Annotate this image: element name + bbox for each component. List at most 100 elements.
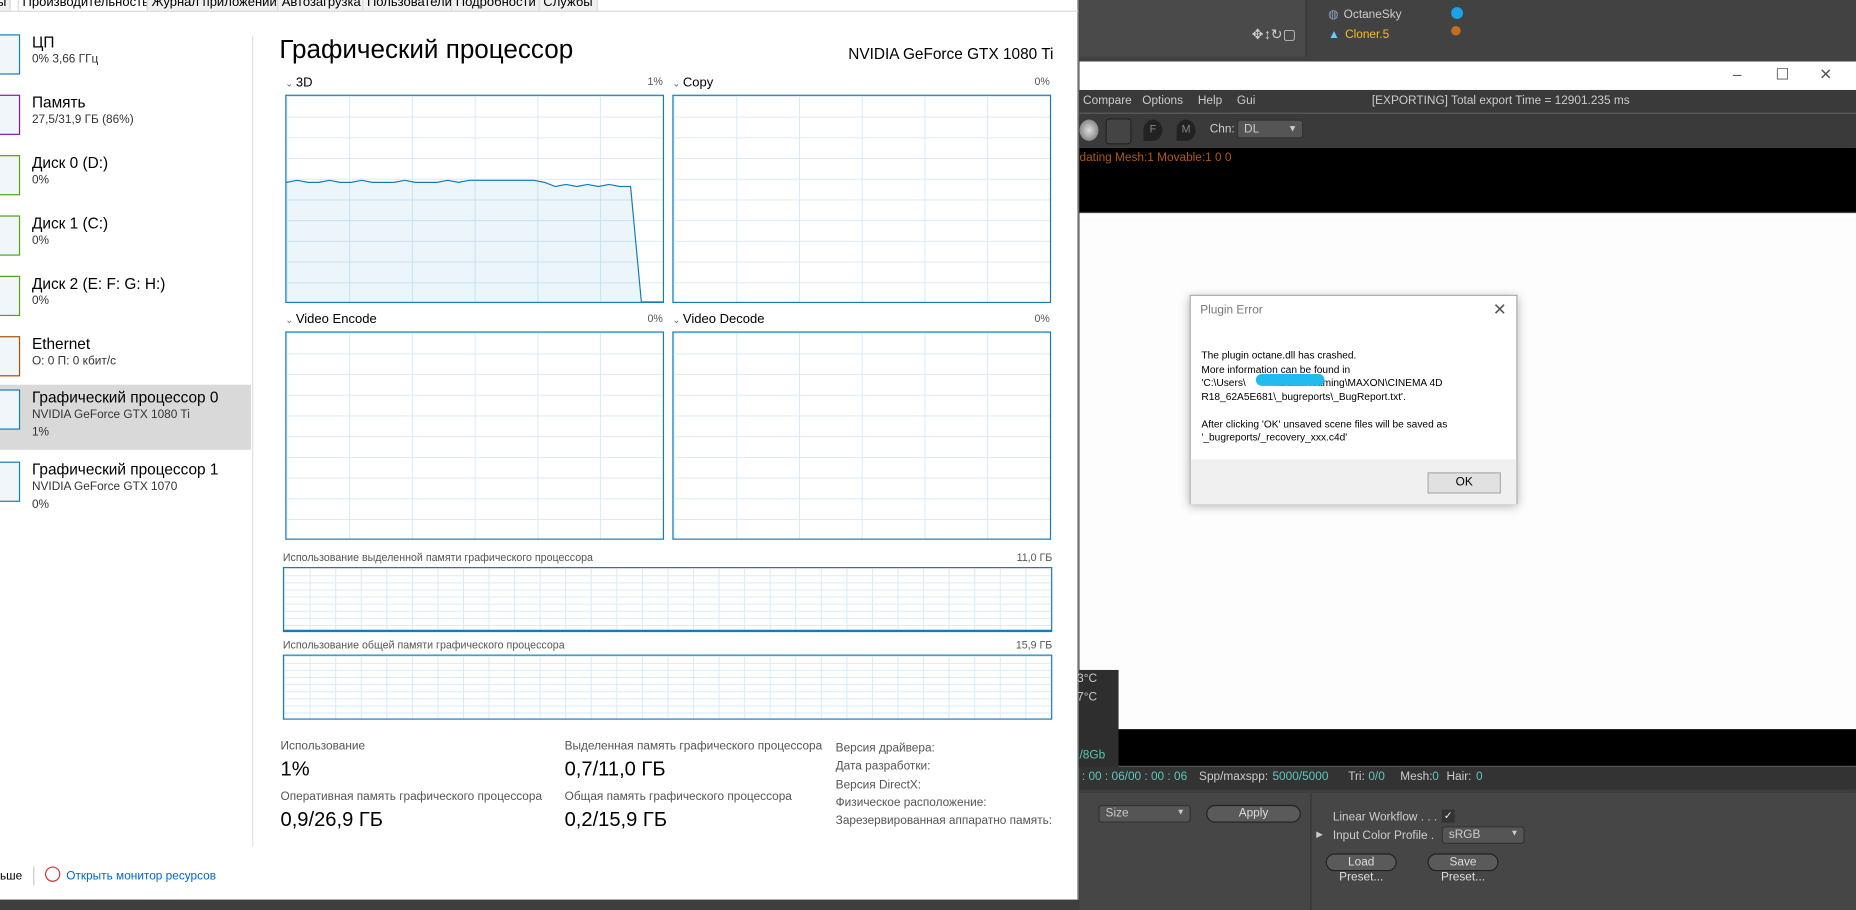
linear-workflow-checkbox[interactable]: ✓: [1441, 809, 1455, 823]
sidebar-item-7[interactable]: Графический процессор 1 NVIDIA GeForce G…: [0, 457, 251, 516]
sidebar-item-3[interactable]: Диск 1 (C:) 0%: [0, 211, 251, 270]
menu-gui[interactable]: Gui: [1237, 95, 1255, 108]
shared-mem-chart: [282, 654, 1053, 720]
usage-value: 1%: [280, 757, 310, 781]
toolbar: F M Chn: DL ▼: [1079, 113, 1856, 148]
dialog-message: The plugin octane.dll has crashed. More …: [1201, 349, 1448, 443]
status-bar: : 00 : 06/00 : 00 : 06 Spp/maxspp: 5000/…: [1079, 765, 1856, 790]
close-icon[interactable]: ✕: [1819, 65, 1832, 84]
tab-5[interactable]: Подробности: [450, 0, 541, 11]
material-ball-icon[interactable]: [1079, 119, 1099, 141]
cloner-tag-icon[interactable]: [1451, 26, 1461, 36]
chevron-down-icon: ▼: [1176, 808, 1185, 817]
tab-bar: сы ПроизводительностьЖурнал приложенийАвт…: [0, 0, 1079, 12]
engine-label[interactable]: ⌄ Copy: [672, 76, 713, 90]
mini-graph: [0, 461, 21, 502]
maximize-icon[interactable]: ☐: [1776, 65, 1790, 84]
shared-mem-label: Использование общей памяти графического …: [282, 639, 565, 652]
minimize-icon[interactable]: –: [1733, 65, 1742, 83]
usage-label: Использование: [280, 739, 366, 753]
save-preset-button[interactable]: Save Preset...: [1427, 853, 1499, 884]
focus-pin-icon[interactable]: F: [1143, 119, 1163, 141]
engine-label[interactable]: ⌄ Video Decode: [672, 312, 764, 326]
sidebar-item-0[interactable]: ЦП 0% 3,66 ГГц: [0, 30, 251, 89]
divider: [252, 35, 254, 847]
engine-percent: 0%: [1034, 312, 1050, 325]
page-title: Графический процессор: [279, 34, 574, 64]
sidebar-item-sub: О: 0 П: 0 кбит/с: [31, 355, 117, 369]
resource-monitor-icon: [44, 866, 61, 882]
sidebar-item-1[interactable]: Память 27,5/31,9 ГБ (86%): [0, 90, 251, 149]
fewer-details-link[interactable]: ьше: [0, 870, 22, 883]
tab-2[interactable]: Журнал приложений: [146, 0, 282, 11]
input-color-profile-select[interactable]: sRGB ▼: [1441, 826, 1525, 844]
material-pin-icon[interactable]: M: [1176, 119, 1196, 141]
mini-graph: [0, 215, 21, 256]
object-octanesky[interactable]: ◍ OctaneSky: [1328, 2, 1402, 23]
log-line: dating Mesh:1 Movable:1 0 0: [1079, 151, 1232, 165]
tab-3[interactable]: Автозагрузка: [276, 0, 366, 11]
dialog-close-icon[interactable]: ✕: [1493, 299, 1507, 319]
plugin-error-dialog: Plugin Error ✕ The plugin octane.dll has…: [1189, 294, 1518, 505]
engine-percent: 0%: [1034, 75, 1050, 88]
redaction-mark: [1255, 374, 1325, 386]
dedicated-value: 0,7/11,0 ГБ: [564, 757, 666, 781]
mini-graph: [0, 94, 21, 135]
size-select[interactable]: Size ▼: [1098, 804, 1191, 823]
tab-4[interactable]: Пользователи: [362, 0, 457, 11]
sidebar-item-title: Диск 2 (E: F: G: H:): [31, 274, 166, 293]
gpu-ram-label: Оперативная память графического процессо…: [280, 790, 543, 804]
engine-label[interactable]: ⌄ 3D: [285, 76, 312, 90]
channel-select[interactable]: DL ▼: [1236, 119, 1304, 139]
driver-version-label: Версия драйвера:: [835, 742, 935, 756]
sidebar-item-4[interactable]: Диск 2 (E: F: G: H:) 0%: [0, 271, 251, 330]
directx-version-label: Версия DirectX:: [835, 778, 922, 792]
mini-graph: [0, 34, 21, 75]
sidebar-item-5[interactable]: Ethernet О: 0 П: 0 кбит/с: [0, 331, 251, 390]
region-button[interactable]: [1105, 118, 1132, 145]
chevron-down-icon: ⌄: [672, 314, 683, 326]
chevron-down-icon: ⌄: [672, 78, 683, 89]
sidebar-item-title: Графический процессор 1: [31, 460, 219, 479]
shared-mem-max: 15,9 ГБ: [1015, 639, 1053, 652]
log-panel: dating Mesh:1 Movable:1 0 0: [1079, 147, 1856, 214]
open-resource-monitor-link[interactable]: Открыть монитор ресурсов: [66, 870, 216, 883]
mini-graph: [0, 275, 21, 317]
physical-location-label: Физическое расположение:: [835, 796, 987, 810]
sky-icon: ◍: [1328, 8, 1339, 22]
engine-chart: [672, 331, 1052, 540]
sidebar-item-title: ЦП: [31, 33, 55, 51]
object-cloner[interactable]: ▲ Cloner.5: [1328, 22, 1389, 43]
sidebar-item-6[interactable]: Графический процессор 0 NVIDIA GeForce G…: [0, 384, 251, 450]
load-preset-button[interactable]: Load Preset...: [1325, 853, 1397, 884]
sidebar-item-title: Диск 1 (C:): [31, 214, 109, 232]
reserved-memory-label: Зарезервированная аппаратно память:: [835, 814, 1053, 828]
menu-help[interactable]: Help: [1198, 95, 1222, 108]
menu-compare[interactable]: Compare: [1083, 95, 1132, 108]
expand-triangle-icon[interactable]: ▶: [1316, 830, 1322, 839]
sidebar-item-2[interactable]: Диск 0 (D:) 0%: [0, 150, 251, 209]
sky-tag-icon[interactable]: [1451, 7, 1464, 19]
apply-button[interactable]: Apply: [1206, 804, 1301, 823]
engine-label[interactable]: ⌄ Video Encode: [285, 312, 376, 326]
tab-6[interactable]: Службы: [538, 0, 598, 11]
sidebar-item-sub: 0%: [31, 294, 50, 308]
tab-1[interactable]: Производительность: [17, 0, 154, 11]
engine-percent: 0%: [647, 312, 663, 325]
chevron-down-icon: ▼: [1510, 829, 1519, 839]
engine-chart: [285, 94, 665, 304]
mini-graph: [0, 155, 21, 196]
shared-label: Общая память графического процессора: [564, 790, 792, 804]
tab-0[interactable]: сы: [0, 0, 12, 11]
sidebar-item-title: Ethernet: [31, 334, 91, 353]
cloner-icon: ▲: [1328, 28, 1340, 42]
sidebar-item-title: Графический процессор 0: [31, 388, 219, 406]
engine-percent: 1%: [647, 75, 663, 88]
viewport-nav-icons[interactable]: ✥↕↻▢: [1252, 26, 1296, 43]
dedicated-label: Выделенная память графического процессор…: [564, 739, 823, 753]
menu-options[interactable]: Options: [1142, 95, 1183, 108]
task-manager-window: сы ПроизводительностьЖурнал приложенийАвт…: [0, 0, 1079, 900]
ok-button[interactable]: OK: [1427, 472, 1501, 494]
chn-label: Chn:: [1209, 123, 1235, 137]
menu-bar: Compare Options Help Gui [EXPORTING] Tot…: [1079, 89, 1856, 114]
